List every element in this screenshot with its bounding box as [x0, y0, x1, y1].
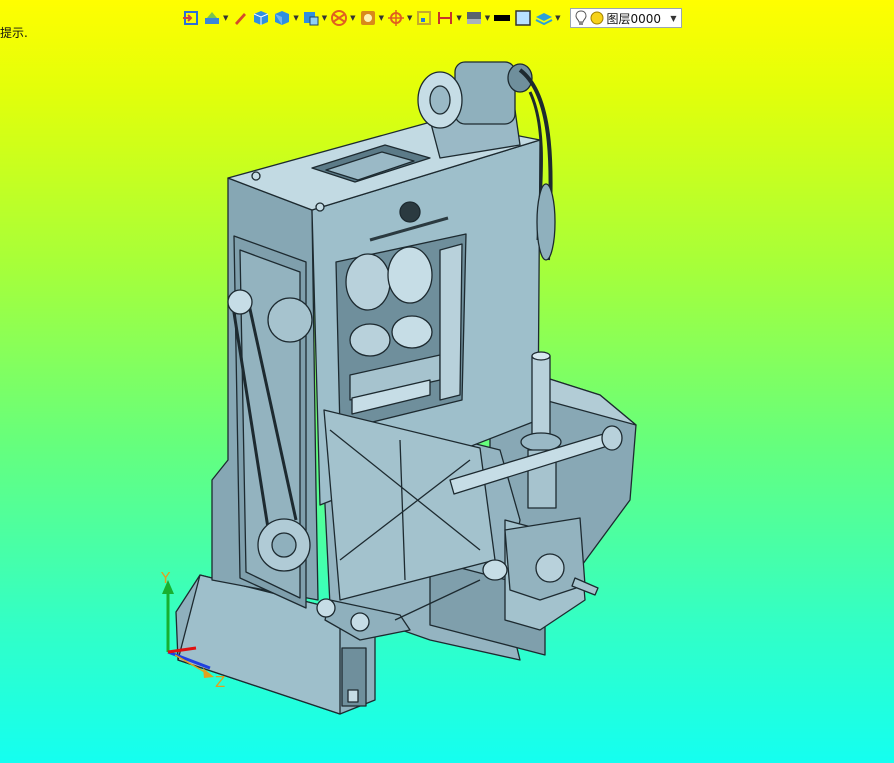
- vertical-shaft: [531, 355, 551, 437]
- 3d-viewport[interactable]: 提示. ▼ ▼ ▼ ▼ ▼ ▼ ▼ ▼ ▼ 图层0000 ▼ Y Z: [0, 0, 894, 763]
- z-axis-label: Z: [215, 673, 225, 691]
- machine-model[interactable]: Y Z: [0, 0, 894, 763]
- y-axis-label: Y: [160, 569, 171, 587]
